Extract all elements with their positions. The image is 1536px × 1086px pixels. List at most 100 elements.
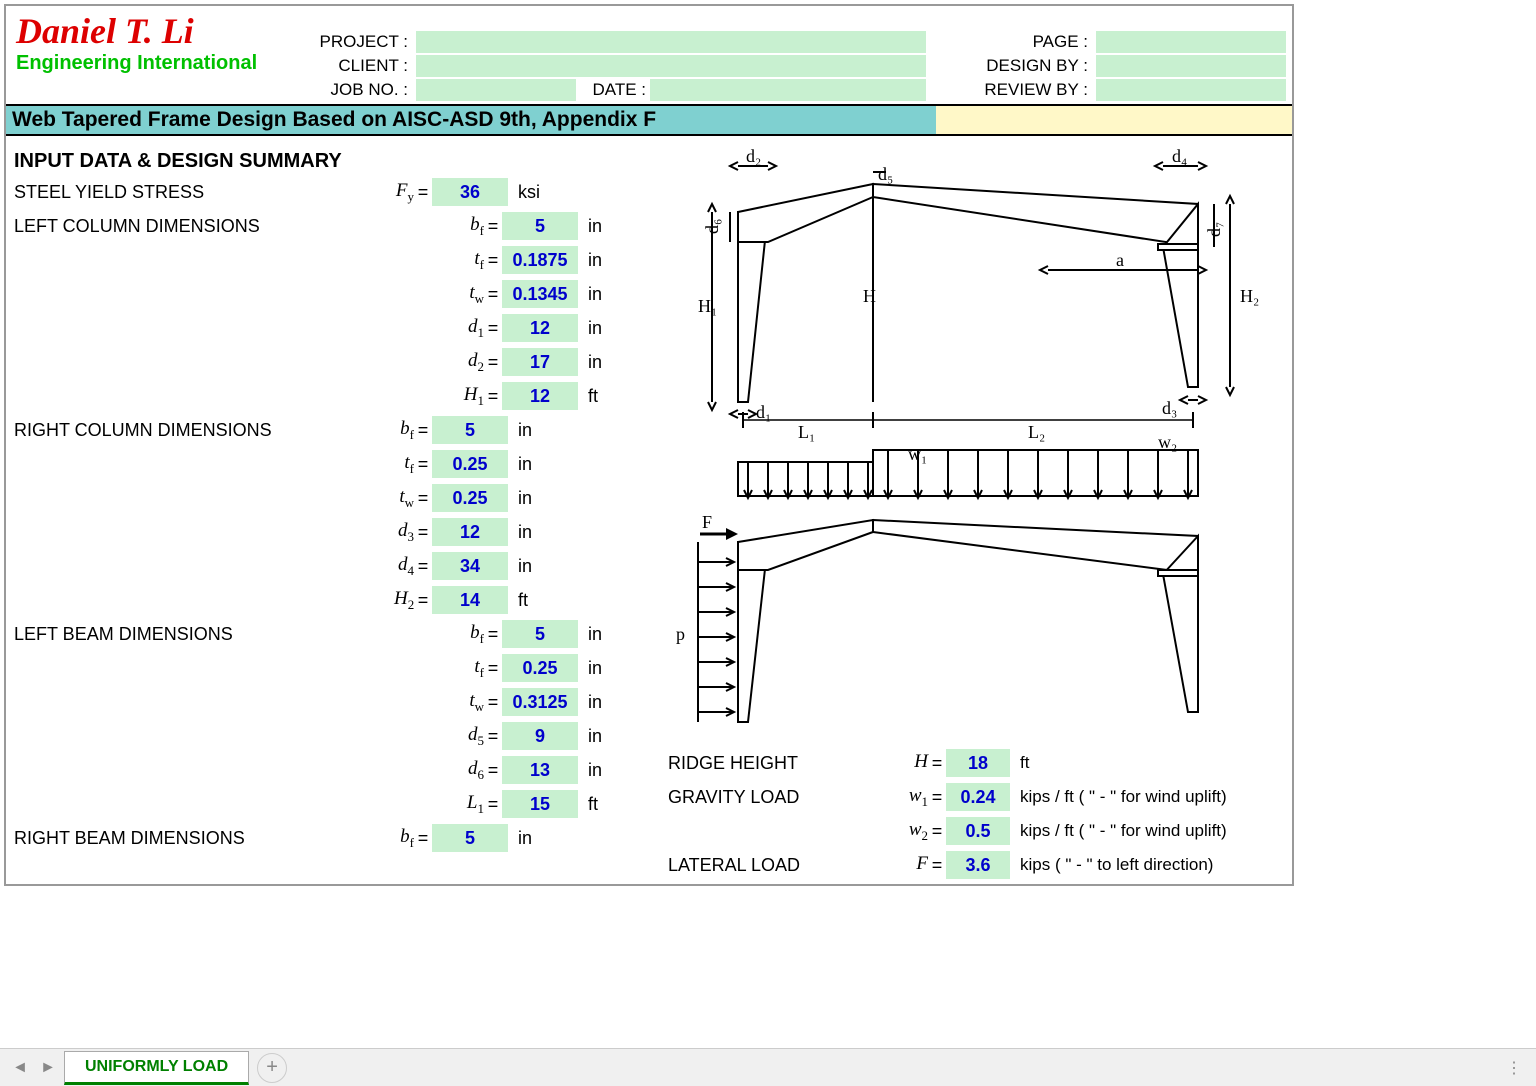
row-rc-4: d4=34in (14, 549, 664, 583)
row-fy: STEEL YIELD STRESS Fy = 36 ksi (14, 175, 664, 209)
val-rc-4[interactable]: 34 (432, 552, 508, 580)
left-pane: INPUT DATA & DESIGN SUMMARY STEEL YIELD … (14, 142, 664, 882)
title-left-beam: LEFT BEAM DIMENSIONS (14, 624, 394, 645)
val-lc-3[interactable]: 12 (502, 314, 578, 342)
val-rb-0[interactable]: 5 (432, 824, 508, 852)
svg-text:d₅: d₅ (878, 164, 893, 184)
tab-menu-icon[interactable]: ⋮ (1506, 1058, 1524, 1078)
svg-text:d₆: d₆ (702, 219, 722, 234)
svg-text:d₁: d₁ (756, 402, 771, 422)
row-lb-0: LEFT BEAM DIMENSIONSbf=5in (14, 617, 664, 651)
field-jobno[interactable] (416, 79, 576, 101)
label-client: CLIENT : (296, 56, 412, 76)
field-client[interactable] (416, 55, 926, 77)
tab-next-icon[interactable]: ► (34, 1059, 62, 1077)
svg-text:F: F (702, 512, 712, 532)
val-rc-1[interactable]: 0.25 (432, 450, 508, 478)
label-date: DATE : (576, 80, 650, 100)
label-designby: DESIGN BY : (926, 56, 1092, 76)
field-designby[interactable] (1096, 55, 1286, 77)
val-lb-1[interactable]: 0.25 (502, 654, 578, 682)
add-sheet-icon[interactable]: + (257, 1053, 287, 1083)
title-left-col: LEFT COLUMN DIMENSIONS (14, 216, 394, 237)
right-pane: d₂ d₄ d₅ d₆ d₇ H₁ H₂ H d₁ d₃ L₁ L₂ a (664, 142, 1284, 882)
svg-text:d₂: d₂ (746, 146, 761, 166)
rrow-3: LATERAL LOAD F = 3.6 kips ( " - " to lef… (668, 848, 1284, 882)
rrow-1: GRAVITY LOAD w1 = 0.24 kips / ft ( " - "… (668, 780, 1284, 814)
tab-prev-icon[interactable]: ◄ (6, 1059, 34, 1077)
label-reviewby: REVIEW BY : (926, 80, 1092, 100)
val-lc-0[interactable]: 5 (502, 212, 578, 240)
row-rc-0: RIGHT COLUMN DIMENSIONSbf=5in (14, 413, 664, 447)
val-lb-2[interactable]: 0.3125 (502, 688, 578, 716)
svg-text:H₂: H₂ (1240, 286, 1259, 306)
val-F[interactable]: 3.6 (946, 851, 1010, 879)
row-rb-0: RIGHT BEAM DIMENSIONSbf=5in (14, 821, 664, 855)
header: Daniel T. Li Engineering International P… (6, 6, 1292, 106)
row-lc-2: tw=0.1345in (14, 277, 664, 311)
frame-diagram: d₂ d₄ d₅ d₆ d₇ H₁ H₂ H d₁ d₃ L₁ L₂ a (668, 142, 1278, 742)
svg-text:w₂: w₂ (1158, 432, 1177, 452)
row-rc-1: tf=0.25in (14, 447, 664, 481)
row-lc-0: LEFT COLUMN DIMENSIONS bf = 5 in (14, 209, 664, 243)
unit-fy: ksi (508, 182, 540, 203)
val-lc-5[interactable]: 12 (502, 382, 578, 410)
row-lb-1: tf=0.25in (14, 651, 664, 685)
row-lb-3: d5=9in (14, 719, 664, 753)
logo-sub: Engineering International (16, 52, 286, 75)
val-w2[interactable]: 0.5 (946, 817, 1010, 845)
title-bar: Web Tapered Frame Design Based on AISC-A… (6, 106, 1292, 136)
val-rc-3[interactable]: 12 (432, 518, 508, 546)
row-lc-3: d1=12in (14, 311, 664, 345)
val-rc-2[interactable]: 0.25 (432, 484, 508, 512)
rrow-2: w2 = 0.5 kips / ft ( " - " for wind upli… (668, 814, 1284, 848)
svg-text:L₂: L₂ (1028, 422, 1045, 442)
row-lb-5: L1=15ft (14, 787, 664, 821)
logo-block: Daniel T. Li Engineering International (6, 6, 296, 104)
row-lb-4: d6=13in (14, 753, 664, 787)
tab-uniformly-load[interactable]: UNIFORMLY LOAD (64, 1051, 249, 1085)
row-rc-5: H2=14ft (14, 583, 664, 617)
val-lb-0[interactable]: 5 (502, 620, 578, 648)
val-lb-3[interactable]: 9 (502, 722, 578, 750)
logo-name: Daniel T. Li (16, 10, 286, 52)
sym-fy: Fy (374, 180, 414, 205)
val-rc-5[interactable]: 14 (432, 586, 508, 614)
tab-bar: ◄ ► UNIFORMLY LOAD + ⋮ (0, 1048, 1536, 1086)
title-right-beam: RIGHT BEAM DIMENSIONS (14, 828, 394, 849)
val-lb-4[interactable]: 13 (502, 756, 578, 784)
svg-text:H: H (863, 286, 876, 306)
val-lc-1[interactable]: 0.1875 (502, 246, 578, 274)
label-project: PROJECT : (296, 32, 412, 52)
page-title: Web Tapered Frame Design Based on AISC-A… (6, 106, 936, 134)
field-project[interactable] (416, 31, 926, 53)
field-reviewby[interactable] (1096, 79, 1286, 101)
field-page[interactable] (1096, 31, 1286, 53)
val-fy[interactable]: 36 (432, 178, 508, 206)
label-fy: STEEL YIELD STRESS (14, 182, 374, 203)
val-H[interactable]: 18 (946, 749, 1010, 777)
row-lc-4: d2=17in (14, 345, 664, 379)
right-inputs: RIDGE HEIGHT H = 18 ft GRAVITY LOAD w1 =… (668, 746, 1284, 882)
row-lc-1: tf=0.1875in (14, 243, 664, 277)
val-rc-0[interactable]: 5 (432, 416, 508, 444)
field-date[interactable] (650, 79, 926, 101)
label-page: PAGE : (926, 32, 1092, 52)
svg-text:d₇: d₇ (1204, 222, 1224, 237)
row-rc-2: tw=0.25in (14, 481, 664, 515)
val-lb-5[interactable]: 15 (502, 790, 578, 818)
val-lc-2[interactable]: 0.1345 (502, 280, 578, 308)
worksheet: Daniel T. Li Engineering International P… (4, 4, 1294, 886)
section-head: INPUT DATA & DESIGN SUMMARY (14, 150, 664, 173)
svg-text:p: p (676, 624, 685, 644)
svg-text:H₁: H₁ (698, 296, 717, 316)
title-right-col: RIGHT COLUMN DIMENSIONS (14, 420, 394, 441)
svg-text:d₃: d₃ (1162, 398, 1177, 418)
title-pad (936, 106, 1292, 134)
val-w1[interactable]: 0.24 (946, 783, 1010, 811)
row-rc-3: d3=12in (14, 515, 664, 549)
val-lc-4[interactable]: 17 (502, 348, 578, 376)
content: INPUT DATA & DESIGN SUMMARY STEEL YIELD … (6, 136, 1292, 884)
rrow-0: RIDGE HEIGHT H = 18 ft (668, 746, 1284, 780)
svg-text:a: a (1116, 250, 1124, 270)
